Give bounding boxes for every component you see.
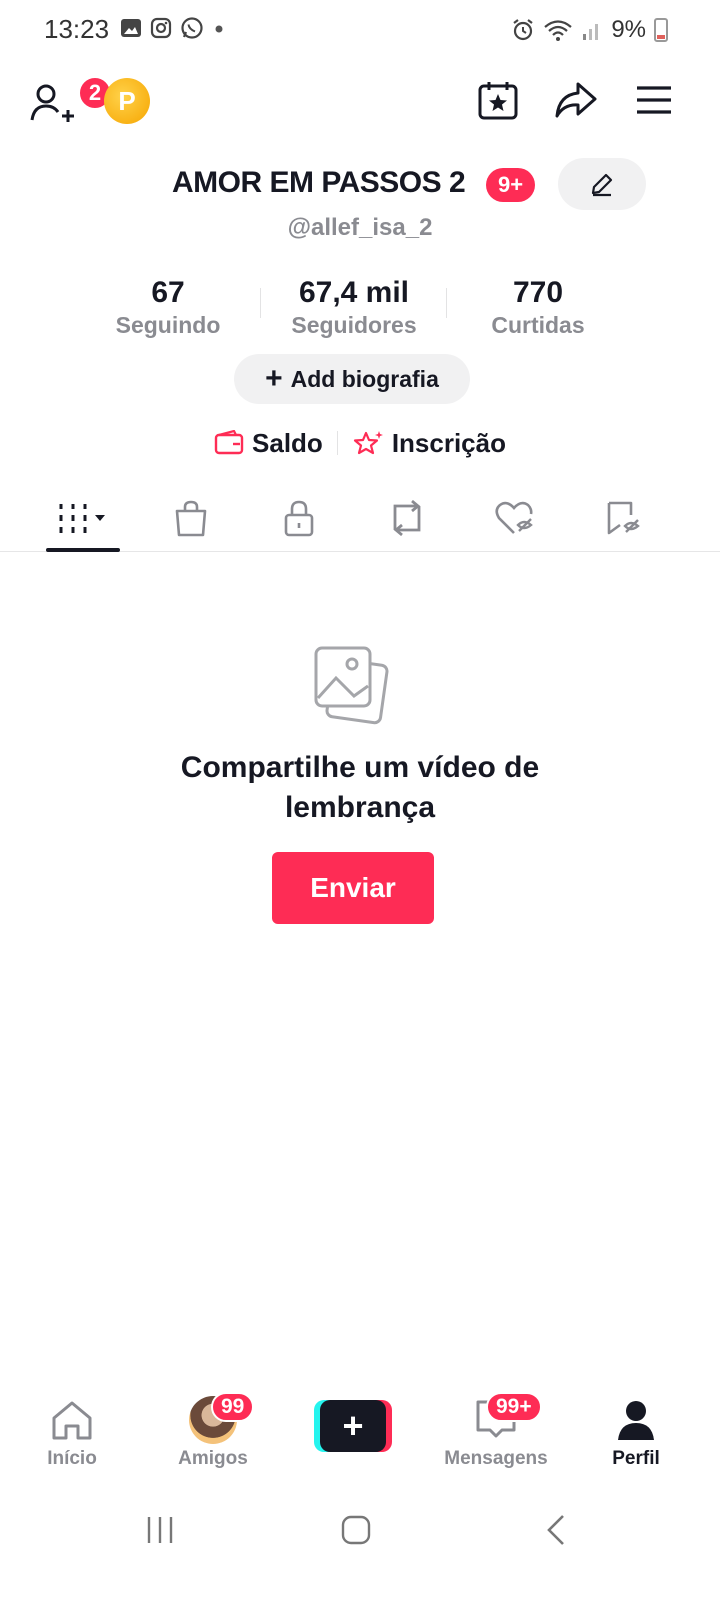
tab-private[interactable] (262, 496, 336, 540)
subscription-link[interactable]: Inscrição (352, 428, 506, 459)
hamburger-menu-icon (637, 86, 671, 114)
home-system-button[interactable] (326, 1508, 386, 1552)
calendar-star-icon (478, 82, 518, 120)
nav-home[interactable]: Início (12, 1396, 132, 1476)
profile-name-row: AMOR EM PASSOS 2 9+ (0, 158, 720, 214)
nav-friends[interactable]: 99 Amigos (153, 1392, 273, 1476)
stat-divider (260, 288, 261, 318)
battery-icon (654, 18, 668, 42)
coin-letter: P (118, 85, 136, 116)
recent-apps-icon (147, 1517, 173, 1543)
stat-likes[interactable]: 770 Curtidas (448, 276, 628, 339)
friends-avatar: 99 (189, 1392, 255, 1444)
content-tabs (0, 486, 720, 552)
create-button[interactable]: + (314, 1400, 392, 1452)
back-chevron-icon (547, 1515, 564, 1545)
whatsapp-icon (181, 17, 203, 39)
stat-following-value: 67 (151, 276, 185, 309)
tab-reposts[interactable] (370, 496, 444, 540)
active-tab-indicator (46, 548, 120, 552)
stat-followers[interactable]: 67,4 mil Seguidores (264, 276, 444, 339)
menu-button[interactable] (632, 78, 676, 122)
heart-hidden-icon (495, 501, 533, 534)
system-navigation (0, 1490, 720, 1570)
back-button[interactable] (526, 1508, 586, 1552)
profile-icon (612, 1396, 660, 1444)
coin-icon[interactable]: P (104, 78, 150, 124)
nav-profile[interactable]: Perfil (576, 1396, 696, 1476)
dot-icon (215, 25, 223, 33)
stat-following[interactable]: 67 Seguindo (78, 276, 258, 339)
share-button[interactable] (554, 78, 598, 122)
nav-home-label: Início (47, 1448, 97, 1469)
nav-messages[interactable]: 99+ Mensagens (436, 1392, 556, 1476)
tab-videos[interactable] (46, 496, 120, 540)
wallet-icon (214, 430, 244, 455)
add-user-icon (30, 84, 74, 122)
balance-link[interactable]: Saldo (214, 428, 323, 459)
photos-icon (310, 640, 394, 730)
bookmark-hidden-icon (607, 501, 640, 535)
signal-icon (583, 24, 599, 40)
profile-name: AMOR EM PASSOS 2 (172, 166, 466, 199)
status-bar: 13:23 9% (0, 0, 720, 56)
plus-icon: + (265, 362, 283, 395)
messages-badge: 99+ (486, 1392, 542, 1422)
stat-followers-label: Seguidores (291, 312, 417, 338)
tab-saved[interactable] (586, 496, 660, 540)
stat-divider (446, 288, 447, 318)
home-icon (48, 1396, 96, 1444)
favorites-calendar-button[interactable] (476, 78, 520, 122)
send-button[interactable]: Enviar (272, 852, 434, 924)
stat-likes-value: 770 (512, 276, 564, 309)
grid-dropdown-icon (59, 504, 105, 533)
bottom-navigation: Início 99 Amigos + 99+ Mensagens Perfil (0, 1388, 720, 1484)
plus-icon: + (320, 1400, 386, 1452)
instagram-icon (150, 17, 172, 39)
share-arrow-icon (555, 82, 597, 118)
wifi-icon (544, 20, 573, 41)
stat-following-label: Seguindo (115, 312, 221, 338)
inbox-icon: 99+ (472, 1392, 542, 1444)
alarm-icon (513, 19, 533, 41)
nav-profile-label: Perfil (612, 1448, 660, 1469)
tab-shop[interactable] (154, 496, 228, 540)
status-time: 13:23 (44, 14, 110, 44)
notification-icons (120, 16, 226, 40)
add-friend-button[interactable]: 2 (28, 72, 112, 126)
empty-state-title: Compartilhe um vídeo de lembrança (0, 748, 720, 828)
tab-liked[interactable] (478, 496, 552, 540)
star-sparkle-icon (353, 431, 383, 455)
lock-icon (284, 500, 314, 537)
username: @allef_isa_2 (287, 214, 433, 241)
home-square-icon (341, 1515, 371, 1545)
stat-followers-value: 67,4 mil (298, 276, 410, 309)
profile-name-badge[interactable]: 9+ (486, 168, 536, 202)
profile-links: Saldo Inscrição (0, 422, 720, 464)
friends-badge: 99 (211, 1392, 255, 1422)
add-bio-button[interactable]: + Add biografia (234, 354, 470, 404)
links-divider (336, 431, 338, 455)
empty-state-title-line1: Compartilhe um vídeo de (180, 751, 540, 784)
gallery-icon (121, 19, 141, 37)
balance-label: Saldo (252, 427, 323, 458)
add-bio-label: Add biografia (290, 365, 439, 392)
nav-messages-label: Mensagens (444, 1448, 548, 1469)
pencil-icon (591, 173, 613, 197)
stat-likes-label: Curtidas (491, 312, 585, 338)
empty-state-title-line2: lembrança (284, 791, 436, 824)
recent-apps-button[interactable] (130, 1508, 190, 1552)
repost-icon (393, 500, 421, 536)
nav-friends-label: Amigos (178, 1448, 248, 1469)
subscription-label: Inscrição (391, 427, 506, 458)
profile-header: 2 P (0, 66, 720, 136)
shopping-bag-icon (175, 500, 207, 537)
profile-stats: 67 Seguindo 67,4 mil Seguidores 770 Curt… (0, 276, 720, 340)
system-icons: 9% (511, 16, 668, 44)
battery-percentage: 9% (611, 16, 646, 43)
edit-profile-button[interactable] (558, 158, 646, 210)
